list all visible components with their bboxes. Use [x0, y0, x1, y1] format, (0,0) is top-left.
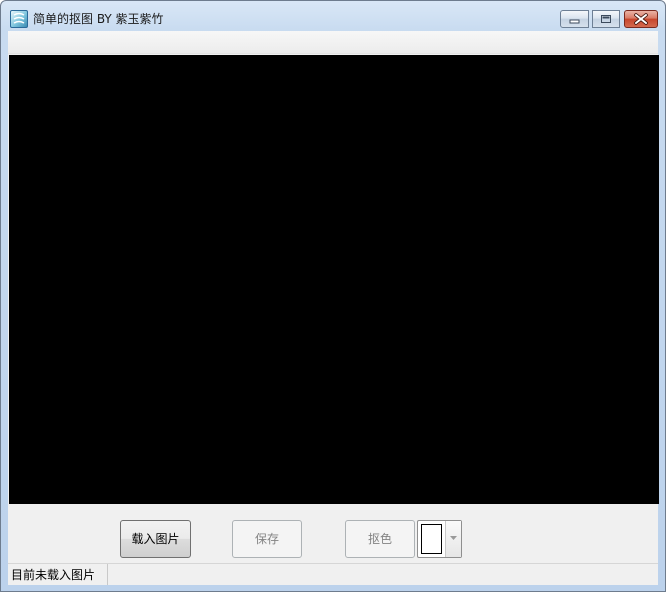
- window-title: 简单的抠图 BY 紫玉紫竹: [33, 12, 164, 26]
- image-canvas[interactable]: [9, 55, 659, 504]
- color-dropdown-button[interactable]: [445, 521, 461, 557]
- cut-color-button[interactable]: 抠色: [345, 520, 415, 558]
- app-icon[interactable]: [10, 10, 28, 28]
- close-button[interactable]: [624, 10, 658, 28]
- color-picker[interactable]: [417, 520, 462, 558]
- status-text: 目前未载入图片: [11, 568, 96, 582]
- load-image-button[interactable]: 载入图片: [120, 520, 191, 558]
- app-window: 简单的抠图 BY 紫玉紫竹 载入图片 保存 抠色 目前未载入图片: [0, 0, 666, 592]
- chevron-down-icon: [450, 536, 457, 540]
- close-icon: [634, 13, 648, 25]
- status-panel: 目前未载入图片: [8, 564, 108, 585]
- status-bar: 目前未载入图片: [8, 563, 658, 585]
- save-button[interactable]: 保存: [232, 520, 302, 558]
- title-bar[interactable]: 简单的抠图 BY 紫玉紫竹: [1, 1, 665, 31]
- menu-bar: [8, 31, 658, 54]
- minimize-icon: [569, 19, 580, 24]
- minimize-button[interactable]: [560, 10, 589, 28]
- maximize-button[interactable]: [592, 10, 620, 28]
- color-swatch[interactable]: [421, 524, 442, 554]
- client-area: 载入图片 保存 抠色 目前未载入图片: [8, 31, 659, 585]
- maximize-icon: [601, 15, 611, 23]
